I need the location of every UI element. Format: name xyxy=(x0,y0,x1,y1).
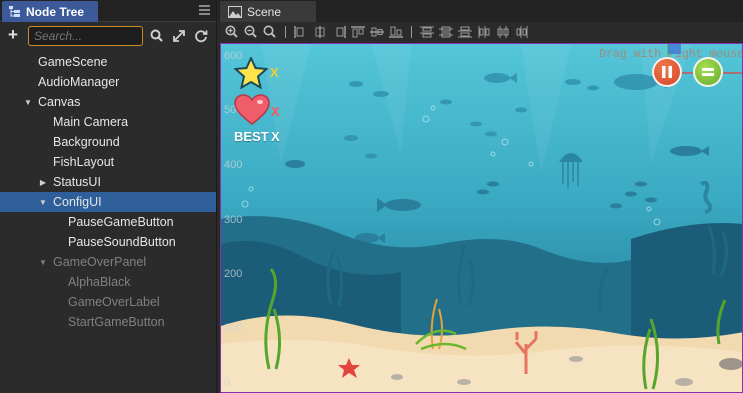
tree-node-label: FishLayout xyxy=(53,155,115,169)
tree-node-gameoverlabel[interactable]: GameOverLabel xyxy=(0,292,216,312)
tree-node-main camera[interactable]: Main Camera xyxy=(0,112,216,132)
scene-panel: Scene 600 500 400 300 200 100 0 X X BEST… xyxy=(218,0,743,393)
expand-arrow-down-icon[interactable]: ▼ xyxy=(38,198,48,207)
scene-viewport[interactable]: 600 500 400 300 200 100 0 X X BEST X Dra… xyxy=(220,43,743,393)
node-tree-list: GameScene AudioManager ▼ Canvas Main Camera B… xyxy=(0,52,216,332)
search-input[interactable] xyxy=(28,26,143,46)
ruler-label: 0 xyxy=(224,376,231,388)
refresh-icon[interactable] xyxy=(193,28,209,44)
sound-icon xyxy=(702,68,714,76)
align-right-icon[interactable] xyxy=(331,25,347,39)
collapse-all-icon[interactable] xyxy=(171,28,187,44)
node-tree-icon xyxy=(8,5,22,18)
tree-node-pausesoundbutton[interactable]: PauseSoundButton xyxy=(0,232,216,252)
add-node-button[interactable]: + xyxy=(4,26,22,45)
distribute-left-icon[interactable] xyxy=(476,25,492,39)
expand-arrow-down-icon[interactable]: ▼ xyxy=(38,258,48,267)
tree-node-statusui[interactable]: ▶ StatusUI xyxy=(0,172,216,192)
tree-node-label: StatusUI xyxy=(53,175,101,189)
node-tree-panel: Node Tree + GameScene AudioManager ▼ Canvas… xyxy=(0,0,217,393)
distribute-bottom-icon[interactable] xyxy=(457,25,473,39)
scene-icon xyxy=(228,5,242,18)
ocean-background xyxy=(221,44,742,392)
tree-node-configui[interactable]: ▼ ConfigUI xyxy=(0,192,216,212)
scene-toolbar xyxy=(218,22,743,42)
node-tree-tabbar: Node Tree xyxy=(0,0,216,22)
tree-node-pausegamebutton[interactable]: PauseGameButton xyxy=(0,212,216,232)
tree-node-gameoverpanel[interactable]: ▼ GameOverPanel xyxy=(0,252,216,272)
tree-node-label: GameOverLabel xyxy=(68,295,160,309)
star-count-label: X xyxy=(270,65,279,80)
align-left-icon[interactable] xyxy=(293,25,309,39)
pause-sound-button[interactable] xyxy=(693,57,723,87)
pause-game-button[interactable] xyxy=(652,57,682,87)
best-score-value: X xyxy=(271,129,280,144)
zoom-reset-icon[interactable] xyxy=(262,24,278,40)
tree-node-label: GameScene xyxy=(38,55,108,69)
ruler-label: 100 xyxy=(224,322,243,334)
tree-node-label: AlphaBlack xyxy=(68,275,131,289)
heart-icon xyxy=(234,94,270,126)
tree-node-label: AudioManager xyxy=(38,75,120,89)
search-icon[interactable] xyxy=(149,28,165,44)
expand-arrow-right-icon[interactable]: ▶ xyxy=(38,178,48,187)
pause-icon xyxy=(662,66,672,78)
tab-node-tree[interactable]: Node Tree xyxy=(2,1,98,22)
distribute-right-icon[interactable] xyxy=(514,25,530,39)
lives-count-label: X xyxy=(271,104,280,119)
tree-node-label: StartGameButton xyxy=(68,315,165,329)
toolbar-separator xyxy=(411,26,412,38)
zoom-in-icon[interactable] xyxy=(224,24,240,40)
tree-node-background[interactable]: Background xyxy=(0,132,216,152)
tree-node-startgamebutton[interactable]: StartGameButton xyxy=(0,312,216,332)
distribute-hcenter-icon[interactable] xyxy=(495,25,511,39)
tree-node-label: Main Camera xyxy=(53,115,129,129)
tree-node-label: PauseSoundButton xyxy=(68,235,176,249)
align-vcenter-icon[interactable] xyxy=(369,25,385,39)
distribute-top-icon[interactable] xyxy=(419,25,435,39)
toolbar-separator xyxy=(285,26,286,38)
tree-node-gamescene[interactable]: GameScene xyxy=(0,52,216,72)
ruler-label: 300 xyxy=(224,214,243,226)
tree-node-label: ConfigUI xyxy=(53,195,102,209)
star-icon xyxy=(233,55,269,90)
distribute-vcenter-icon[interactable] xyxy=(438,25,454,39)
node-tree-toolbar: + xyxy=(0,22,216,50)
tree-node-audiomanager[interactable]: AudioManager xyxy=(0,72,216,92)
panel-menu-icon[interactable] xyxy=(199,5,210,15)
tree-node-label: Background xyxy=(53,135,120,149)
tree-node-label: GameOverPanel xyxy=(53,255,147,269)
scene-tabbar: Scene xyxy=(218,0,743,22)
expand-arrow-down-icon[interactable]: ▼ xyxy=(23,98,33,107)
align-bottom-icon[interactable] xyxy=(388,25,404,39)
align-top-icon[interactable] xyxy=(350,25,366,39)
tab-scene[interactable]: Scene xyxy=(220,1,316,22)
tree-node-canvas[interactable]: ▼ Canvas xyxy=(0,92,216,112)
ruler-label: 200 xyxy=(224,268,243,280)
tab-node-tree-label: Node Tree xyxy=(26,4,85,19)
tree-node-label: Canvas xyxy=(38,95,81,109)
tree-node-alphablack[interactable]: AlphaBlack xyxy=(0,272,216,292)
zoom-out-icon[interactable] xyxy=(243,24,259,40)
align-hcenter-icon[interactable] xyxy=(312,25,328,39)
tree-node-fishlayout[interactable]: FishLayout xyxy=(0,152,216,172)
tab-scene-label: Scene xyxy=(247,4,282,19)
best-score-label: BEST xyxy=(234,129,269,144)
ruler-label: 400 xyxy=(224,159,243,171)
tree-node-label: PauseGameButton xyxy=(68,215,174,229)
